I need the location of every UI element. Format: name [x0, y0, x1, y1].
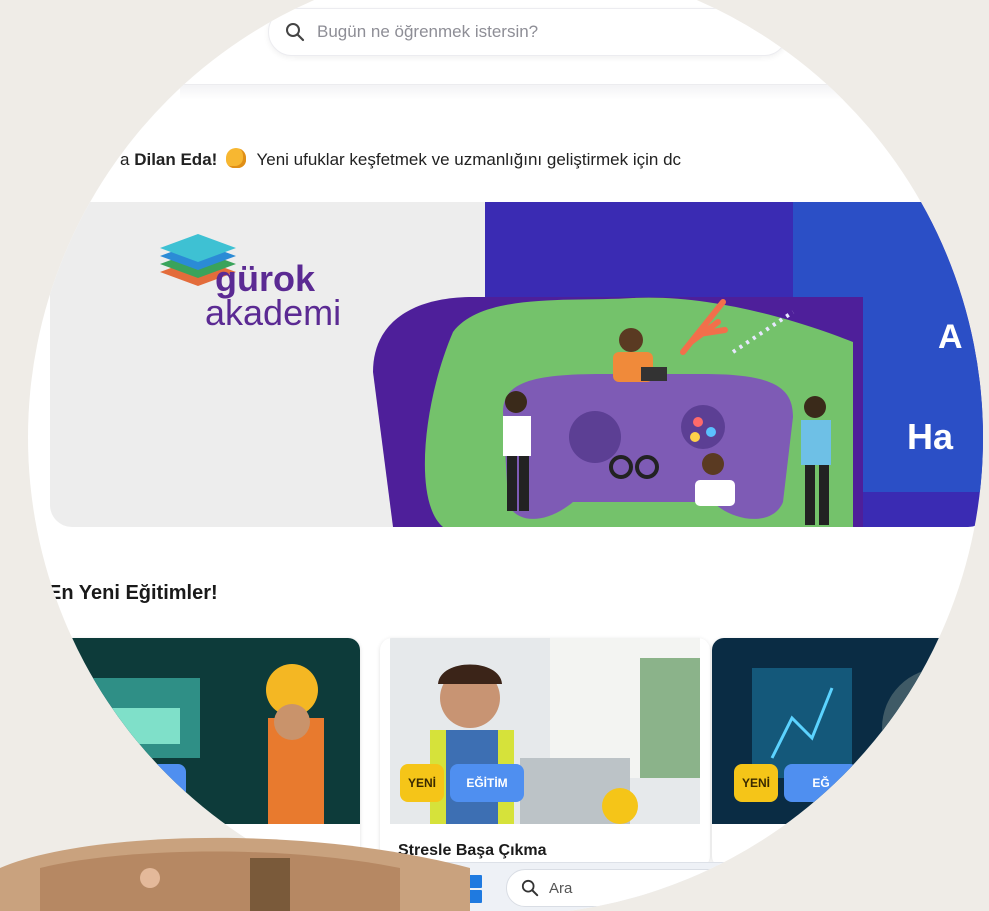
brand-line-1: gürok: [215, 258, 316, 299]
brand-line-2: akademi: [205, 292, 342, 333]
course-card[interactable]: [712, 638, 983, 868]
greeting-text: a Dilan Eda! Yeni ufuklar keşfetmek ve u…: [120, 148, 681, 170]
badge-egitim: [112, 764, 186, 802]
brand-logo-text: gürok akademi: [205, 261, 342, 333]
badge-egitim: EĞ: [784, 764, 858, 802]
greeting-message: Yeni ufuklar keşfetmek ve uzmanlığını ge…: [256, 150, 682, 169]
windows-taskbar: Ara: [420, 862, 980, 911]
magnifier-lens: a Dilan Eda! Yeni ufuklar keşfetmek ve u…: [28, 0, 983, 911]
search-bar[interactable]: [268, 8, 788, 56]
banner-subheading-partial: Ha: [907, 416, 954, 457]
hero-banner[interactable]: gürok akademi A Ha: [50, 202, 983, 527]
badge-yeni: YENİ: [400, 764, 444, 802]
header-divider: [180, 84, 900, 100]
search-input[interactable]: [317, 22, 737, 42]
greeting-prefix: a: [120, 150, 135, 169]
taskbar-search-label: Ara: [549, 879, 573, 897]
badge-egitim: EĞİTİM: [450, 764, 524, 802]
background-photo-overlay: [0, 837, 470, 911]
search-icon: [286, 23, 305, 42]
user-name: Dilan Eda!: [134, 150, 218, 169]
section-title: En Yeni Eğitimler!: [48, 582, 218, 604]
waving-hand-icon: [226, 148, 247, 168]
banner-heading-partial: A: [938, 318, 963, 356]
taskbar-search[interactable]: Ara: [506, 869, 736, 907]
banner-illustration: [373, 202, 983, 527]
web-page: a Dilan Eda! Yeni ufuklar keşfetmek ve u…: [28, 0, 983, 911]
search-icon: [521, 879, 539, 897]
course-thumbnail: [30, 638, 360, 824]
badge-yeni: YENİ: [734, 764, 778, 802]
